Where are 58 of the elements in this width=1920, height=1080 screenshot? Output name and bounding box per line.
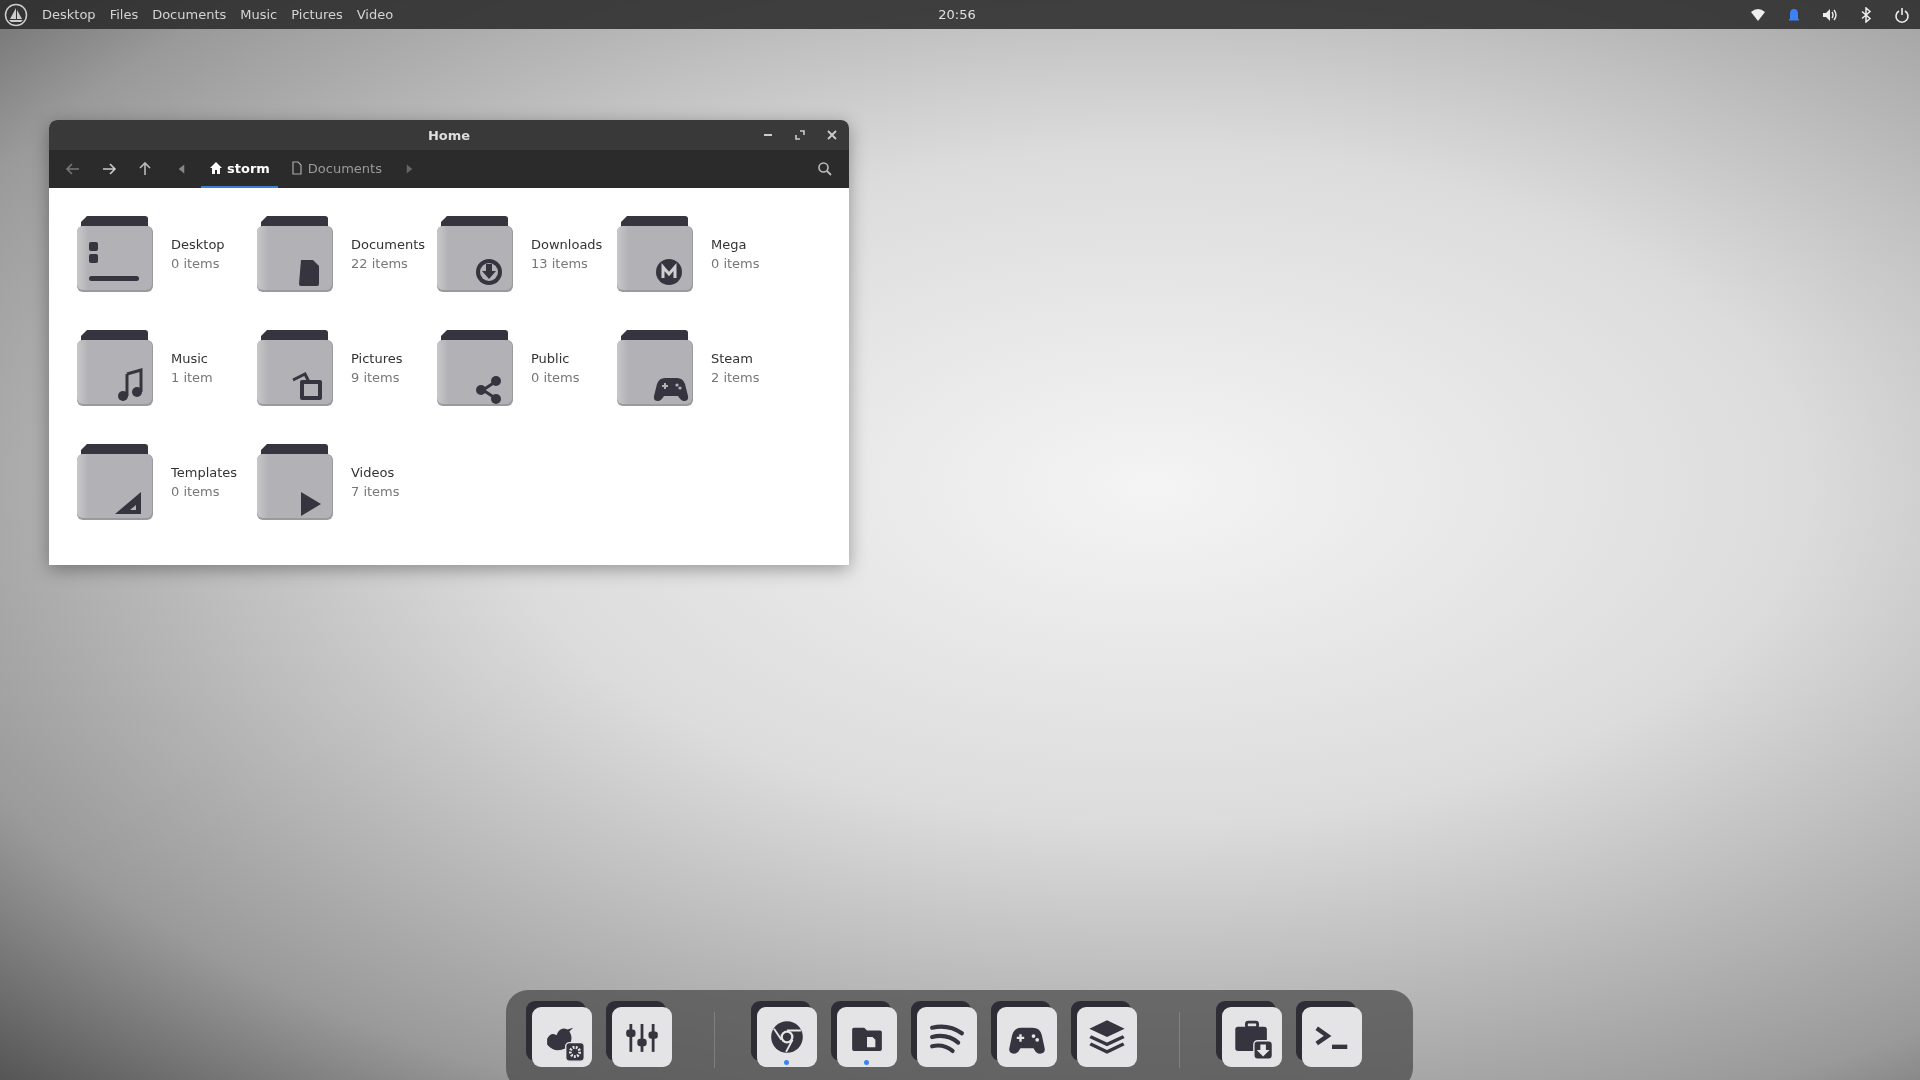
menu-item[interactable]: Video bbox=[356, 7, 394, 22]
item-count: 0 items bbox=[171, 484, 221, 499]
folder-name: Downloads bbox=[531, 237, 603, 252]
back-arrow-icon bbox=[65, 161, 81, 177]
folder-name: Steam bbox=[711, 351, 754, 366]
folder-icon[interactable] bbox=[435, 328, 515, 408]
clock[interactable]: 20:56 bbox=[938, 7, 976, 22]
right-triangle-icon bbox=[406, 164, 414, 174]
item-count: 7 items bbox=[351, 484, 400, 499]
item-count: 0 items bbox=[711, 256, 760, 271]
folder-name: Desktop bbox=[171, 237, 225, 252]
folder-icon[interactable] bbox=[255, 442, 335, 522]
close-icon bbox=[826, 129, 838, 141]
document-icon bbox=[289, 161, 304, 175]
sailboat-logo-icon[interactable] bbox=[4, 2, 28, 27]
folder-name: Music bbox=[171, 351, 209, 366]
running-indicator bbox=[864, 1060, 869, 1065]
folder-name: Mega bbox=[711, 237, 748, 252]
folder-icon[interactable] bbox=[255, 328, 335, 408]
folder-icon[interactable] bbox=[615, 214, 695, 294]
maximize-icon bbox=[794, 129, 806, 141]
folder-icon[interactable] bbox=[255, 214, 335, 294]
folder-name: Public bbox=[531, 351, 571, 366]
terminal-icon bbox=[1314, 1025, 1350, 1049]
folder-name: Documents bbox=[351, 237, 426, 252]
item-count: 22 items bbox=[351, 256, 409, 271]
folder-icon[interactable] bbox=[435, 214, 515, 294]
wifi-icon[interactable] bbox=[1750, 6, 1766, 23]
search-icon bbox=[817, 161, 833, 177]
item-count: 9 items bbox=[351, 370, 401, 385]
forward-arrow-icon bbox=[101, 161, 117, 177]
item-count: 13 items bbox=[531, 256, 589, 271]
item-count: 0 items bbox=[531, 370, 580, 385]
minimize-icon bbox=[764, 134, 772, 136]
folder-icon[interactable] bbox=[75, 214, 155, 294]
menu-item[interactable]: Music bbox=[240, 7, 278, 22]
folder-name: Videos bbox=[351, 465, 396, 480]
breadcrumb[interactable]: Documents bbox=[281, 150, 390, 188]
breadcrumb[interactable]: storm bbox=[201, 150, 278, 188]
up-arrow-icon bbox=[137, 161, 153, 177]
menu-item[interactable]: Documents bbox=[152, 7, 227, 22]
notification-bell-icon[interactable] bbox=[1786, 6, 1802, 23]
power-icon[interactable] bbox=[1894, 6, 1910, 23]
folder-name: Pictures bbox=[351, 351, 403, 366]
home-icon bbox=[209, 161, 223, 175]
item-count: 2 items bbox=[711, 370, 760, 385]
menu-item[interactable]: Files bbox=[109, 7, 139, 22]
menu-item[interactable]: Pictures bbox=[291, 7, 343, 22]
left-triangle-icon bbox=[177, 164, 185, 174]
item-count: 0 items bbox=[171, 256, 221, 271]
folder-icon[interactable] bbox=[75, 442, 155, 522]
item-count: 1 item bbox=[171, 370, 213, 385]
window-title: Home bbox=[427, 127, 471, 143]
menu-item[interactable]: Desktop bbox=[42, 7, 96, 22]
folder-name: Templates bbox=[171, 465, 238, 480]
folder-icon[interactable] bbox=[615, 328, 695, 408]
running-indicator bbox=[784, 1060, 789, 1065]
folder-icon[interactable] bbox=[75, 328, 155, 408]
